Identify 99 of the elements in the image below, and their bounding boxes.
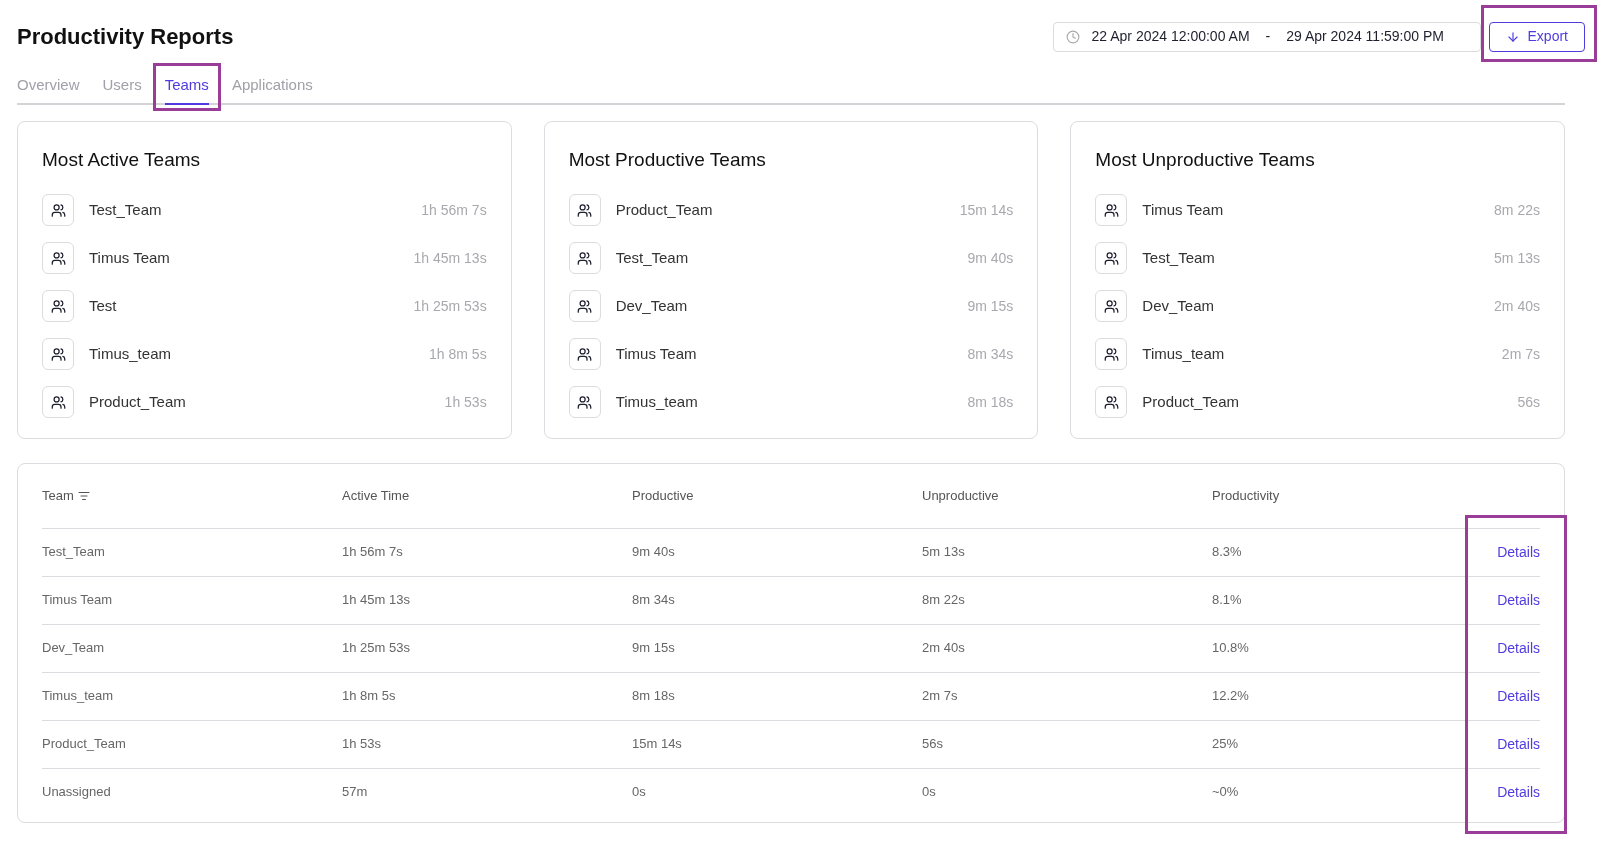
column-header: Unproductive bbox=[922, 486, 999, 505]
table-cell-text: 0s bbox=[922, 783, 937, 802]
table-cell-text: Test_Team bbox=[42, 543, 106, 562]
users-icon bbox=[1103, 298, 1119, 314]
column-header: Productive bbox=[632, 486, 694, 505]
table-cell-text: 8.1% bbox=[1212, 591, 1243, 610]
team-time: 1h 53s bbox=[444, 392, 487, 412]
details-link[interactable]: Details bbox=[1492, 637, 1540, 659]
table-cell-text: 8m 22s bbox=[922, 591, 966, 610]
table-cell-text: Timus Team bbox=[42, 591, 114, 610]
table-cell-text: ~0% bbox=[1212, 783, 1240, 802]
table-cell-text: 8m 34s bbox=[632, 591, 676, 610]
table-cell-text: 8.3% bbox=[1212, 543, 1243, 562]
team-time: 1h 8m 5s bbox=[429, 344, 487, 364]
team-time: 8m 22s bbox=[1494, 200, 1540, 220]
table-cell-text: 25% bbox=[1212, 735, 1240, 754]
table-cell-text: 10.8% bbox=[1212, 639, 1250, 658]
table-cell-text: 1h 8m 5s bbox=[342, 687, 397, 706]
table-cell-text: 0s bbox=[632, 783, 647, 802]
team-time: 1h 25m 53s bbox=[413, 296, 487, 316]
team-name: Test_Team bbox=[1142, 247, 1215, 268]
table-cell-text: Unassigned bbox=[42, 783, 112, 802]
users-icon bbox=[50, 394, 66, 410]
card-title: Most Active Teams bbox=[42, 147, 202, 172]
sort-icon[interactable] bbox=[77, 489, 90, 502]
details-link[interactable]: Details bbox=[1492, 781, 1540, 803]
table-cell-text: 9m 40s bbox=[632, 543, 676, 562]
team-time: 8m 18s bbox=[967, 392, 1014, 412]
team-name: Product_Team bbox=[89, 391, 186, 412]
date-range-field[interactable]: 22 Apr 2024 12:00:00 AM - 29 Apr 2024 11:59:00 PM bbox=[1052, 21, 1481, 52]
table-cell-text: 1h 25m 53s bbox=[342, 639, 411, 658]
team-name: Timus_team bbox=[615, 391, 698, 412]
table-cell-text: 56s bbox=[922, 735, 944, 754]
team-name: Product_Team bbox=[1142, 391, 1240, 412]
users-icon bbox=[577, 202, 593, 218]
details-link[interactable]: Details bbox=[1492, 733, 1540, 755]
table-cell-text: 5m 13s bbox=[922, 543, 966, 562]
users-icon bbox=[577, 250, 593, 266]
table-cell-text: Product_Team bbox=[42, 735, 127, 754]
table-cell-text: Dev_Team bbox=[42, 639, 106, 658]
card-title: Most Unproductive Teams bbox=[1095, 147, 1316, 172]
users-icon bbox=[1103, 394, 1119, 410]
users-icon bbox=[1103, 202, 1119, 218]
table-cell-text: Timus_team bbox=[42, 687, 115, 706]
table-cell-text: 12.2% bbox=[1212, 687, 1250, 706]
table-cell-text: 2m 40s bbox=[922, 639, 966, 658]
team-name: Timus_team bbox=[1142, 343, 1225, 364]
team-name: Dev_Team bbox=[1142, 295, 1215, 316]
users-icon bbox=[1103, 346, 1119, 362]
team-time: 15m 14s bbox=[959, 200, 1014, 220]
team-name: Timus Team bbox=[89, 247, 170, 268]
table-cell-text: 1h 45m 13s bbox=[342, 591, 411, 610]
download-arrow-icon bbox=[1505, 29, 1520, 44]
team-name: Test_Team bbox=[89, 199, 162, 220]
users-icon bbox=[50, 346, 66, 362]
table-cell-text: 15m 14s bbox=[632, 735, 683, 754]
table-cell-text: 1h 53s bbox=[342, 735, 383, 754]
users-icon bbox=[1103, 250, 1119, 266]
table-cell-text: 57m bbox=[342, 783, 369, 802]
users-icon bbox=[577, 346, 593, 362]
team-name: Test_Team bbox=[615, 247, 689, 268]
details-link[interactable]: Details bbox=[1492, 589, 1540, 611]
team-time: 8m 34s bbox=[967, 344, 1014, 364]
date-separator: - bbox=[1264, 27, 1272, 46]
team-time: 2m 7s bbox=[1501, 344, 1540, 364]
details-link[interactable]: Details bbox=[1492, 685, 1540, 707]
export-button[interactable]: Export bbox=[1488, 21, 1585, 52]
end-date: 29 Apr 2024 11:59:00 PM bbox=[1286, 27, 1444, 46]
users-icon bbox=[50, 298, 66, 314]
team-time: 1h 56m 7s bbox=[421, 200, 487, 220]
team-name: Product_Team bbox=[615, 199, 713, 220]
team-time: 56s bbox=[1517, 392, 1540, 412]
table-cell-text: 2m 7s bbox=[922, 687, 959, 706]
team-name: Test bbox=[89, 295, 117, 316]
team-name: Timus Team bbox=[615, 343, 697, 364]
column-header: Productivity bbox=[1212, 486, 1280, 505]
details-link[interactable]: Details bbox=[1492, 541, 1540, 563]
users-icon bbox=[577, 394, 593, 410]
column-header: Team bbox=[42, 486, 74, 505]
users-icon bbox=[50, 202, 66, 218]
team-name: Timus Team bbox=[1142, 199, 1224, 220]
column-header: Active Time bbox=[342, 486, 410, 505]
table-cell-text: 8m 18s bbox=[632, 687, 676, 706]
card-title: Most Productive Teams bbox=[568, 147, 767, 172]
users-icon bbox=[50, 250, 66, 266]
users-icon bbox=[577, 298, 593, 314]
tab[interactable]: Teams bbox=[164, 74, 209, 105]
table-cell-text: 1h 56m 7s bbox=[342, 543, 404, 562]
page-title: Productivity Reports bbox=[17, 23, 234, 51]
team-name: Timus_team bbox=[89, 343, 171, 364]
team-name: Dev_Team bbox=[615, 295, 688, 316]
table-cell-text: 9m 15s bbox=[632, 639, 676, 658]
team-time: 5m 13s bbox=[1494, 248, 1540, 268]
team-time: 1h 45m 13s bbox=[413, 248, 487, 268]
clock-icon bbox=[1065, 29, 1080, 44]
team-time: 2m 40s bbox=[1494, 296, 1540, 316]
team-time: 9m 15s bbox=[967, 296, 1014, 316]
team-time: 9m 40s bbox=[967, 248, 1014, 268]
start-date: 22 Apr 2024 12:00:00 AM bbox=[1091, 27, 1250, 46]
